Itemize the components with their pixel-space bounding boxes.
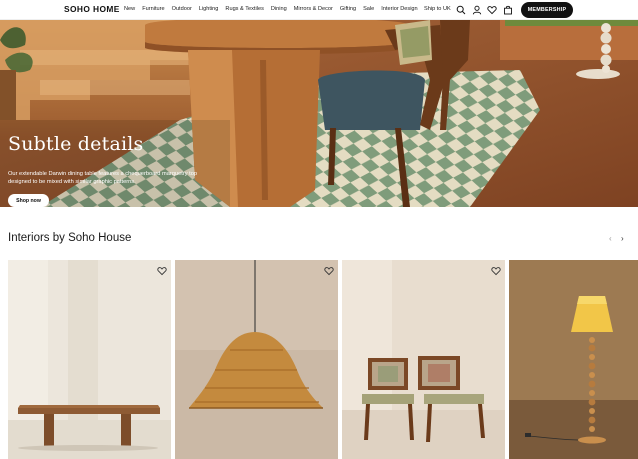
product-image bbox=[175, 260, 338, 459]
hero-description: Our extendable Darwin dining table featu… bbox=[8, 171, 198, 185]
wishlist-heart-icon[interactable] bbox=[157, 266, 167, 276]
nav-item-new[interactable]: New bbox=[124, 6, 135, 12]
logo[interactable]: SOHO HOME bbox=[64, 4, 120, 14]
carousel-prev-arrow[interactable]: ‹ bbox=[609, 234, 612, 243]
product-image bbox=[342, 260, 505, 459]
heart-icon[interactable] bbox=[487, 5, 497, 15]
nav-item-interior-design[interactable]: Interior Design bbox=[381, 6, 417, 12]
section-title: Interiors by Soho House bbox=[8, 232, 132, 244]
product-card-dining-chairs[interactable] bbox=[342, 260, 505, 459]
account-icon[interactable] bbox=[472, 5, 482, 15]
product-image bbox=[8, 260, 171, 459]
product-card-bench[interactable] bbox=[8, 260, 171, 459]
nav-item-rugs-textiles[interactable]: Rugs & Textiles bbox=[225, 6, 263, 12]
membership-button[interactable]: MEMBERSHIP bbox=[521, 2, 573, 18]
ship-to-selector[interactable]: Ship to UK bbox=[424, 6, 451, 12]
nav-item-dining[interactable]: Dining bbox=[271, 6, 287, 12]
nav-item-mirrors-decor[interactable]: Mirrors & Decor bbox=[294, 6, 333, 12]
nav-item-furniture[interactable]: Furniture bbox=[142, 6, 164, 12]
carousel-next-arrow[interactable]: › bbox=[621, 234, 624, 243]
search-icon[interactable] bbox=[456, 5, 466, 15]
product-card-floor-lamp[interactable] bbox=[509, 260, 638, 459]
hero-banner: Subtle details Our extendable Darwin din… bbox=[0, 20, 638, 207]
bag-icon[interactable] bbox=[503, 5, 513, 15]
shop-now-button[interactable]: Shop now bbox=[8, 194, 49, 207]
product-image bbox=[509, 260, 638, 459]
product-card-rattan-pendant[interactable] bbox=[175, 260, 338, 459]
site-header: SOHO HOME New Furniture Outdoor Lighting… bbox=[0, 0, 638, 20]
wishlist-heart-icon[interactable] bbox=[324, 266, 334, 276]
main-nav: New Furniture Outdoor Lighting Rugs & Te… bbox=[124, 6, 418, 12]
nav-item-sale[interactable]: Sale bbox=[363, 6, 374, 12]
wishlist-heart-icon[interactable] bbox=[491, 266, 501, 276]
nav-item-gifting[interactable]: Gifting bbox=[340, 6, 356, 12]
nav-item-lighting[interactable]: Lighting bbox=[199, 6, 219, 12]
nav-item-outdoor[interactable]: Outdoor bbox=[172, 6, 192, 12]
hero-title: Subtle details bbox=[8, 133, 144, 155]
